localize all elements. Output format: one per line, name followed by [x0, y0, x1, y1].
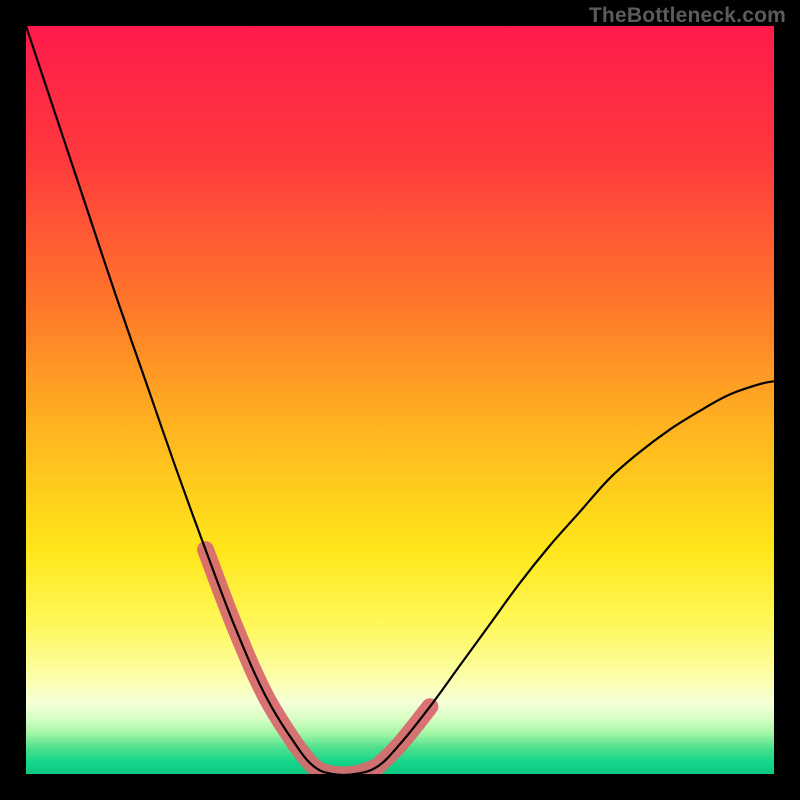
watermark-text: TheBottleneck.com	[589, 4, 786, 28]
gradient-background	[26, 26, 774, 774]
chart-svg	[26, 26, 774, 774]
plot-area	[26, 26, 774, 774]
chart-stage: TheBottleneck.com	[0, 0, 800, 800]
